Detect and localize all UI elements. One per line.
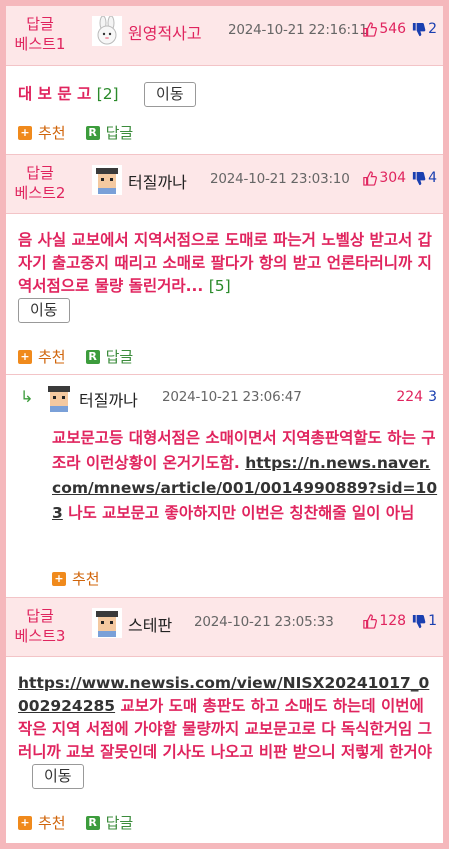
plus-icon: + <box>18 815 32 830</box>
vote-counts: 546 2 <box>362 21 437 37</box>
best-badge: 답글 베스트3 <box>10 606 70 646</box>
best-badge: 답글 베스트2 <box>10 163 70 203</box>
reply-label: 답글 <box>105 124 134 142</box>
avatar-rabbit-icon[interactable] <box>92 16 122 46</box>
reply-button[interactable]: R 답글 <box>85 812 134 833</box>
comment-body: 음 사실 교보에서 지역서점으로 도매로 파는거 노벨상 받고서 갑자기 출고중… <box>18 229 438 323</box>
divider <box>6 374 443 375</box>
badge-line2: 베스트2 <box>14 184 66 202</box>
plus-icon: + <box>18 125 32 140</box>
downvote-count: 3 <box>428 389 437 405</box>
vote-counts: 128 1 <box>362 613 437 629</box>
comment-body: 교보문고등 대형서점은 소매이면서 지역총판역할도 하는 구조라 이런상황이 온… <box>52 426 438 526</box>
author-nickname[interactable]: 터질까나 <box>128 169 187 193</box>
reply-arrow-icon: ↳ <box>20 387 34 406</box>
upvote-count: 224 <box>396 389 424 405</box>
comment-text: 대 보 문 고 <box>18 85 92 103</box>
comment-header-best3: 답글 베스트3 스테판 2024-10-21 23:05:33 128 1 <box>6 597 443 657</box>
move-button[interactable]: 이동 <box>32 764 84 789</box>
reply-r-icon: R <box>85 349 100 364</box>
author-nickname[interactable]: 스테판 <box>128 612 172 636</box>
thumbs-up-icon[interactable] <box>362 613 378 629</box>
recommend-label: 추천 <box>38 814 66 832</box>
plus-icon: + <box>52 571 66 586</box>
thumbs-down-icon[interactable] <box>411 171 426 186</box>
reply-r-icon: R <box>85 125 100 140</box>
recommend-label: 추천 <box>72 570 100 588</box>
reply-label: 답글 <box>105 348 134 366</box>
upvote-count: 128 <box>379 613 407 629</box>
avatar-pixel-icon[interactable] <box>44 383 74 413</box>
comment-text-tail: 나도 교보문고 좋아하지만 이번은 칭찬해줄 일이 아님 <box>68 504 415 522</box>
reply-label: 답글 <box>105 814 134 832</box>
plus-icon: + <box>18 349 32 364</box>
downvote-count: 2 <box>428 21 437 37</box>
move-button[interactable]: 이동 <box>18 298 70 323</box>
move-button[interactable]: 이동 <box>144 82 196 107</box>
comment-header-best2: 답글 베스트2 터질까나 2024-10-21 23:03:10 304 4 <box>6 154 443 214</box>
reply-count[interactable]: [5] <box>209 277 231 295</box>
thumbs-down-icon[interactable] <box>411 22 426 37</box>
avatar-pixel-icon[interactable] <box>92 608 122 638</box>
badge-line1: 답글 <box>26 15 54 33</box>
reply-count[interactable]: [2] <box>97 85 119 103</box>
comment-body: 대 보 문 고 [2] 이동 <box>18 82 438 107</box>
comment-actions: + 추천 R 답글 <box>18 122 153 143</box>
author-nickname[interactable]: 터질까나 <box>79 387 138 411</box>
avatar-pixel-icon[interactable] <box>92 165 122 195</box>
reply-r-icon: R <box>85 815 100 830</box>
comment-actions: + 추천 <box>52 568 120 589</box>
comment-actions: + 추천 R 답글 <box>18 812 153 833</box>
thumbs-up-icon[interactable] <box>362 170 378 186</box>
thumbs-down-icon[interactable] <box>411 614 426 629</box>
badge-line1: 답글 <box>26 164 54 182</box>
comment-date: 2024-10-21 23:03:10 <box>210 171 350 187</box>
recommend-label: 추천 <box>38 124 66 142</box>
vote-counts: 304 4 <box>362 170 437 186</box>
upvote-count: 304 <box>379 170 407 186</box>
author-nickname[interactable]: 원영적사고 <box>128 20 202 44</box>
recommend-label: 추천 <box>38 348 66 366</box>
comment-actions: + 추천 R 답글 <box>18 346 153 367</box>
badge-line2: 베스트1 <box>14 35 66 53</box>
upvote-count: 546 <box>379 21 407 37</box>
downvote-count: 1 <box>428 613 437 629</box>
comment-header-best1: 답글 베스트1 원영적사고 2024-10-21 22:16:11 546 2 <box>6 6 443 66</box>
vote-counts: 224 3 <box>396 389 437 405</box>
best-badge: 답글 베스트1 <box>10 14 70 54</box>
downvote-count: 4 <box>428 170 437 186</box>
badge-line1: 답글 <box>26 607 54 625</box>
reply-button[interactable]: R 답글 <box>85 346 134 367</box>
reply-button[interactable]: R 답글 <box>85 122 134 143</box>
recommend-button[interactable]: + 추천 <box>18 122 66 143</box>
recommend-button[interactable]: + 추천 <box>18 346 66 367</box>
comment-list: 답글 베스트1 원영적사고 2024-10-21 22:16:11 546 2 … <box>6 6 443 843</box>
thumbs-up-icon[interactable] <box>362 21 378 37</box>
badge-line2: 베스트3 <box>14 627 66 645</box>
comment-date: 2024-10-21 22:16:11 <box>228 22 368 38</box>
recommend-button[interactable]: + 추천 <box>18 812 66 833</box>
recommend-button[interactable]: + 추천 <box>52 568 100 589</box>
comment-date: 2024-10-21 23:06:47 <box>162 389 302 405</box>
comment-body: https://www.newsis.com/view/NISX20241017… <box>18 672 438 789</box>
comment-date: 2024-10-21 23:05:33 <box>194 614 334 630</box>
